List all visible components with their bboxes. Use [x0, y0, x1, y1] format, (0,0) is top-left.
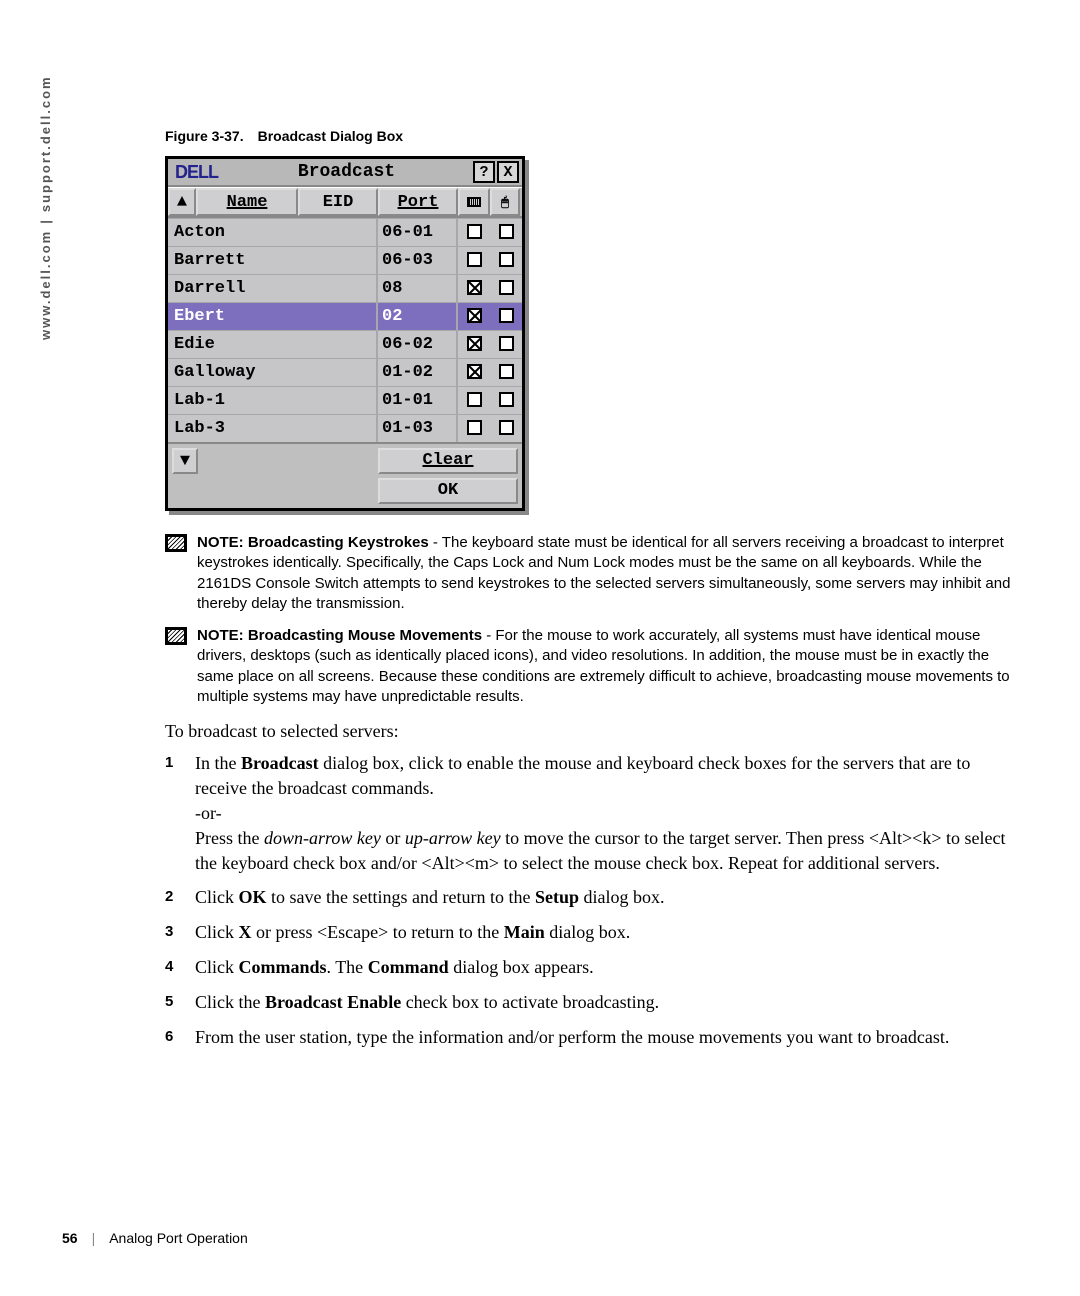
cell-name: Galloway [168, 359, 378, 386]
scroll-down-icon[interactable]: ▼ [172, 448, 198, 474]
column-headers: ▲ Name EID Port [168, 187, 522, 218]
figure-caption: Figure 3-37.Broadcast Dialog Box [165, 128, 1015, 144]
cell-name: Acton [168, 219, 378, 246]
cell-port: 06-02 [378, 331, 458, 358]
mouse-checkbox[interactable] [490, 279, 522, 298]
header-name[interactable]: Name [196, 188, 298, 216]
cell-name: Lab-1 [168, 387, 378, 414]
cell-port: 01-02 [378, 359, 458, 386]
keyboard-checkbox[interactable] [458, 279, 490, 298]
table-row[interactable]: Galloway01-02 [168, 358, 522, 386]
step-3: Click X or press <Escape> to return to t… [165, 920, 1015, 945]
server-list: Acton06-01Barrett06-03Darrell08Ebert02Ed… [168, 218, 522, 442]
table-row[interactable]: Ebert02 [168, 302, 522, 330]
dialog-title: Broadcast [222, 162, 471, 182]
mouse-checkbox[interactable] [490, 335, 522, 354]
table-row[interactable]: Lab-301-03 [168, 414, 522, 442]
mouse-icon [490, 188, 520, 216]
mouse-checkbox[interactable] [490, 223, 522, 242]
cell-name: Ebert [168, 303, 378, 330]
help-button[interactable]: ? [473, 161, 495, 183]
cell-name: Barrett [168, 247, 378, 274]
clear-button[interactable]: Clear [378, 448, 518, 474]
table-row[interactable]: Darrell08 [168, 274, 522, 302]
page-footer: 56|Analog Port Operation [62, 1230, 248, 1246]
cell-port: 02 [378, 303, 458, 330]
note-icon [165, 534, 187, 552]
keyboard-checkbox[interactable] [458, 363, 490, 382]
lead-paragraph: To broadcast to selected servers: [165, 719, 1015, 743]
cell-port: 01-03 [378, 415, 458, 442]
cell-port: 01-01 [378, 387, 458, 414]
step-2: Click OK to save the settings and return… [165, 885, 1015, 910]
scroll-up-icon[interactable]: ▲ [168, 188, 196, 216]
table-row[interactable]: Edie06-02 [168, 330, 522, 358]
mouse-checkbox[interactable] [490, 307, 522, 326]
broadcast-dialog: DELL Broadcast ? X ▲ Name EID Port Acton… [165, 156, 525, 511]
keyboard-checkbox[interactable] [458, 419, 490, 438]
close-button[interactable]: X [497, 161, 519, 183]
side-url: www.dell.com|support.dell.com [38, 75, 53, 340]
cell-port: 06-03 [378, 247, 458, 274]
mouse-checkbox[interactable] [490, 391, 522, 410]
step-1: In the Broadcast dialog box, click to en… [165, 751, 1015, 875]
mouse-checkbox[interactable] [490, 419, 522, 438]
dialog-footer: ▼ Clear OK [168, 442, 522, 508]
mouse-checkbox[interactable] [490, 251, 522, 270]
table-row[interactable]: Lab-101-01 [168, 386, 522, 414]
steps-list: In the Broadcast dialog box, click to en… [165, 751, 1015, 1049]
keyboard-checkbox[interactable] [458, 223, 490, 242]
cell-name: Lab-3 [168, 415, 378, 442]
table-row[interactable]: Barrett06-03 [168, 246, 522, 274]
step-6: From the user station, type the informat… [165, 1025, 1015, 1050]
header-eid[interactable]: EID [298, 188, 378, 216]
keyboard-checkbox[interactable] [458, 251, 490, 270]
note: NOTE: Broadcasting Mouse Movements - For… [165, 626, 1015, 707]
note: NOTE: Broadcasting Keystrokes - The keyb… [165, 533, 1015, 614]
step-5: Click the Broadcast Enable check box to … [165, 990, 1015, 1015]
keyboard-checkbox[interactable] [458, 391, 490, 410]
dell-logo: DELL [171, 162, 222, 183]
keyboard-checkbox[interactable] [458, 335, 490, 354]
mouse-checkbox[interactable] [490, 363, 522, 382]
step-4: Click Commands. The Command dialog box a… [165, 955, 1015, 980]
header-port[interactable]: Port [378, 188, 458, 216]
titlebar: DELL Broadcast ? X [168, 159, 522, 187]
keyboard-icon [458, 188, 490, 216]
keyboard-checkbox[interactable] [458, 307, 490, 326]
cell-name: Darrell [168, 275, 378, 302]
cell-port: 06-01 [378, 219, 458, 246]
cell-name: Edie [168, 331, 378, 358]
ok-button[interactable]: OK [378, 478, 518, 504]
table-row[interactable]: Acton06-01 [168, 218, 522, 246]
cell-port: 08 [378, 275, 458, 302]
note-icon [165, 627, 187, 645]
